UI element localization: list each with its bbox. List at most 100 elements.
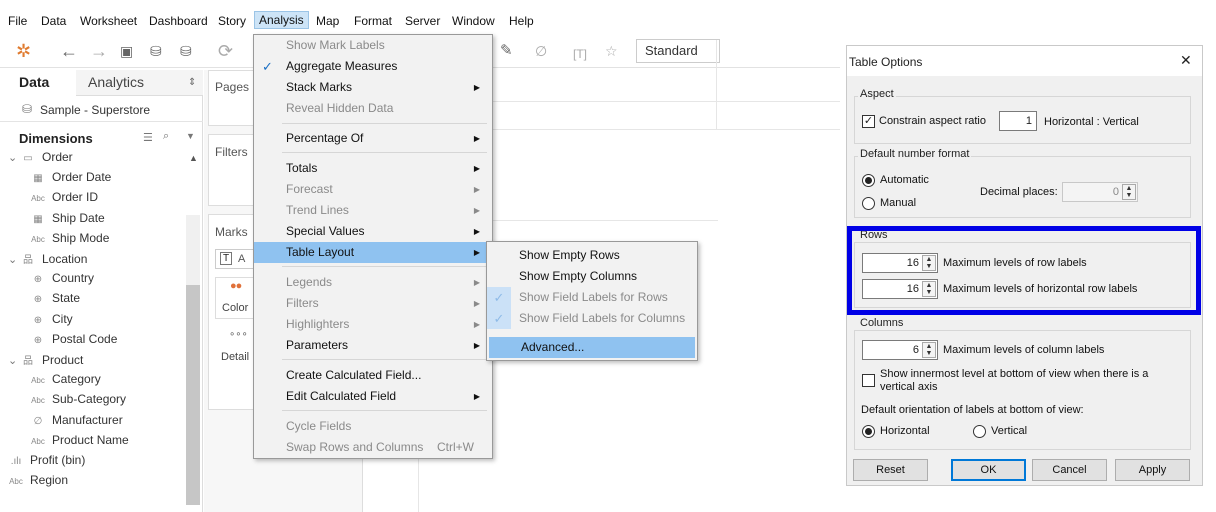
reset-button[interactable]: Reset [853,459,928,481]
datasource-row[interactable]: ⛁ Sample - Superstore [0,98,203,122]
dimension-item[interactable]: ⌄ 品 Location [8,251,87,271]
menu-window[interactable]: Window [452,14,495,28]
pen-icon[interactable]: ✎ [500,41,513,61]
dimension-item[interactable]: Abc Order ID [30,190,98,210]
menu-item-table-layout[interactable]: Table Layout ▶ [254,242,492,263]
dimension-item[interactable]: Abc Product Name [30,433,129,453]
dimension-item[interactable]: Abc Sub-Category [30,392,126,412]
dimension-item[interactable]: Abc Region [8,473,68,493]
pin-icon[interactable]: ☆ [605,41,618,61]
max-col-labels-stepper[interactable]: 6 ▲ ▼ [862,340,938,360]
menu-item-swap-rows-columns[interactable]: Swap Rows and Columns Ctrl+W [254,437,492,458]
new-datasource-icon[interactable]: ⛁ [150,41,162,61]
cancel-button[interactable]: Cancel [1032,459,1107,481]
fit-dropdown[interactable]: Standard [636,39,720,63]
automatic-radio[interactable] [862,174,875,187]
menu-item-highlighters[interactable]: Highlighters ▶ [254,314,492,335]
detail-icon: ∘∘∘ [229,329,248,340]
menu-item-edit-calculated-field[interactable]: Edit Calculated Field ▶ [254,386,492,407]
filters-card[interactable]: Filters [208,134,258,206]
dimension-item[interactable]: ∅ Manufacturer [30,413,123,433]
menu-item-special-values[interactable]: Special Values ▶ [254,221,492,242]
pause-updates-icon[interactable]: ⛁ [180,41,192,61]
dimension-label: Country [52,271,95,286]
ok-button[interactable]: OK [951,459,1026,481]
constrain-aspect-label: Constrain aspect ratio [879,115,986,127]
paperclip-icon[interactable]: ∅ [535,41,547,61]
close-icon[interactable]: ✕ [1180,52,1192,69]
menu-item-create-calculated-field[interactable]: Create Calculated Field... [254,365,492,386]
vertical-label: Vertical [991,425,1028,437]
pane-menu-icon[interactable]: ⇕ [188,77,196,88]
folder-icon: ▭ [23,153,33,164]
manual-radio[interactable] [862,197,875,210]
apply-button[interactable]: Apply [1115,459,1190,481]
dimension-item[interactable]: ⊕ Postal Code [30,332,118,352]
submenu-item-field-labels-columns[interactable]: ✓ Show Field Labels for Columns [487,308,697,329]
menu-server[interactable]: Server [405,14,440,28]
menu-story[interactable]: Story [218,14,246,28]
expand-caret-icon[interactable]: ⌄ [8,354,20,367]
menu-help[interactable]: Help [509,14,534,28]
dimension-item[interactable]: ⊕ Country [30,271,94,291]
menu-item-percentage-of[interactable]: Percentage Of ▶ [254,128,492,149]
dimension-item[interactable]: ⌄ 品 Product [8,352,83,372]
constrain-aspect-checkbox[interactable]: ✓ [862,115,875,128]
menu-item-aggregate-measures[interactable]: ✓ Aggregate Measures [254,56,492,77]
menu-item-filters[interactable]: Filters ▶ [254,293,492,314]
menu-map[interactable]: Map [316,14,339,28]
refresh-icon[interactable]: ⟳ [218,41,233,61]
menu-item-forecast[interactable]: Forecast ▶ [254,179,492,200]
dimension-item[interactable]: .ılı Profit (bin) [8,453,86,473]
menu-separator [282,123,487,124]
tableau-logo-icon[interactable]: ✲ [16,41,31,61]
aspect-ratio-input[interactable]: 1 [999,111,1037,131]
submenu-item-field-labels-rows[interactable]: ✓ Show Field Labels for Rows [487,287,697,308]
menu-item-trend-lines[interactable]: Trend Lines ▶ [254,200,492,221]
menu-worksheet[interactable]: Worksheet [80,14,137,28]
undo-icon[interactable]: ← [60,41,78,61]
submenu-item-advanced[interactable]: Advanced... [489,337,695,358]
scroll-up-icon[interactable]: ▲ [189,153,198,163]
dimension-item[interactable]: ⌄ ▭ Order [8,150,73,170]
manual-label: Manual [880,197,917,209]
menu-data[interactable]: Data [41,14,66,28]
expand-caret-icon[interactable]: ⌄ [8,253,20,266]
expand-caret-icon[interactable]: ⌄ [8,151,20,164]
dimension-item[interactable]: ▦ Ship Date [30,211,104,231]
menu-item-totals[interactable]: Totals ▶ [254,158,492,179]
view-toggle-icon[interactable]: ☰ [143,131,153,144]
menu-item-show-mark-labels[interactable]: Show Mark Labels [254,35,492,56]
search-icon[interactable]: ⌕ [163,130,169,143]
scrollbar-thumb[interactable] [186,285,200,505]
horizontal-radio[interactable] [862,425,875,438]
innermost-level-checkbox[interactable] [862,374,875,387]
tab-data[interactable]: Data [19,74,49,90]
menu-item-parameters[interactable]: Parameters ▶ [254,335,492,356]
submenu-item-show-empty-rows[interactable]: Show Empty Rows [487,245,697,266]
chevron-down-icon[interactable]: ▼ [186,131,195,141]
datasource-name: Sample - Superstore [40,103,151,117]
text-icon[interactable]: [T] [573,44,587,64]
menu-analysis[interactable]: Analysis [254,11,309,29]
dimension-item[interactable]: ⊕ State [30,291,80,311]
decimal-places-stepper[interactable]: 0 ▲ ▼ [1062,182,1138,202]
tab-analytics[interactable]: Analytics [88,74,144,90]
save-icon[interactable]: ▣ [120,41,133,61]
dimension-item[interactable]: ▦ Order Date [30,170,111,190]
menu-item-stack-marks[interactable]: Stack Marks ▶ [254,77,492,98]
menu-item-reveal-hidden-data[interactable]: Reveal Hidden Data [254,98,492,119]
dimension-item[interactable]: Abc Category [30,372,101,392]
dimension-label: State [52,291,81,306]
menu-file[interactable]: File [8,14,27,28]
submenu-item-show-empty-columns[interactable]: Show Empty Columns [487,266,697,287]
menu-dashboard[interactable]: Dashboard [149,14,208,28]
dimension-item[interactable]: Abc Ship Mode [30,231,109,251]
pages-card[interactable]: Pages [208,70,258,126]
vertical-radio[interactable] [973,425,986,438]
menu-format[interactable]: Format [354,14,392,28]
menu-item-legends[interactable]: Legends ▶ [254,272,492,293]
dimension-item[interactable]: ⊕ City [30,312,73,332]
redo-icon[interactable]: → [90,41,108,61]
menu-item-cycle-fields[interactable]: Cycle Fields [254,416,492,437]
